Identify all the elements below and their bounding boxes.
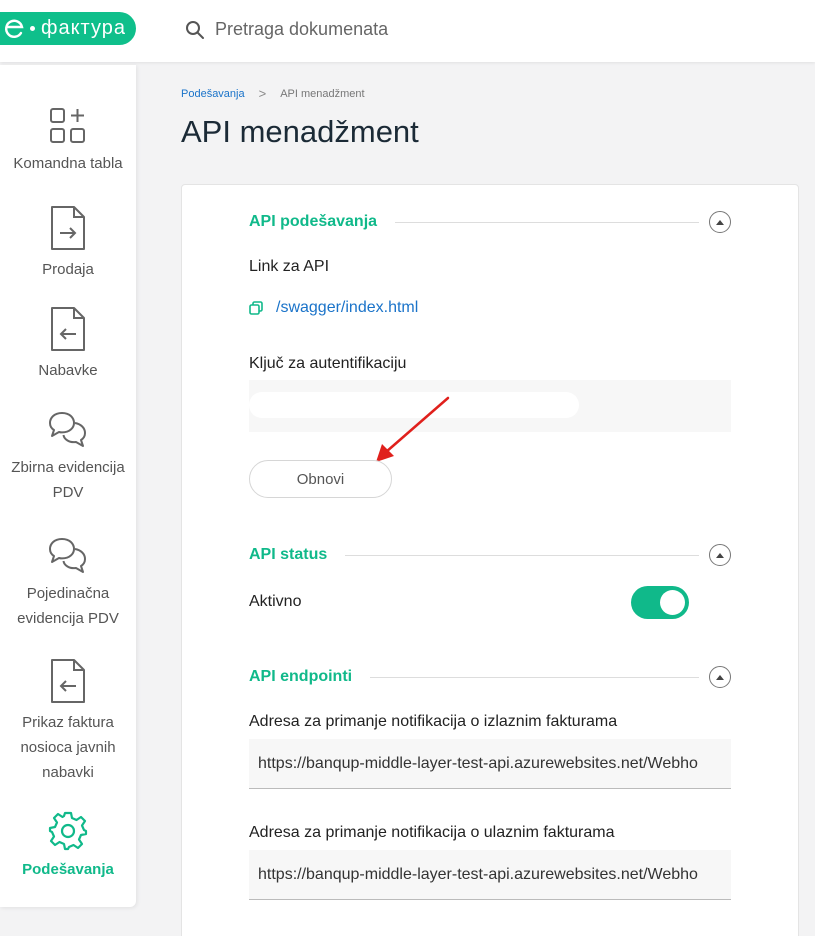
breadcrumb-parent-link[interactable]: Podešavanja: [181, 88, 245, 100]
outgoing-endpoint-label: Adresa za primanje notifikacija o izlazn…: [249, 713, 618, 730]
collapse-chevron-up-icon[interactable]: [709, 211, 731, 233]
search-input[interactable]: [215, 19, 615, 40]
chat-bubbles-icon: [49, 412, 86, 447]
breadcrumb-separator: >: [258, 86, 267, 101]
sidebar-item-label: evidencija PDV: [17, 610, 119, 627]
toggle-knob: [660, 590, 685, 615]
logo-text: фактура: [41, 17, 126, 39]
logo-dot: [30, 26, 35, 31]
sidebar-item-komandna-tabla[interactable]: Komandna tabla: [0, 107, 136, 176]
copy-icon: [249, 301, 263, 315]
section-title: API podešavanja: [249, 213, 378, 230]
efaktura-logo[interactable]: фактура: [0, 12, 136, 45]
sidebar-item-label: nabavki: [42, 764, 94, 781]
breadcrumb-current: API menadžment: [280, 87, 365, 100]
section-header-api-status: API status: [249, 544, 731, 566]
outgoing-endpoint-field[interactable]: [249, 739, 731, 789]
dashboard-add-icon: [50, 108, 85, 143]
incoming-endpoint-field[interactable]: [249, 850, 731, 900]
document-arrow-right-icon: [51, 206, 85, 250]
api-swagger-link[interactable]: /swagger/index.html: [249, 299, 418, 317]
section-header-api-settings: API podešavanja: [249, 211, 731, 233]
sidebar-item-label: Podešavanja: [22, 861, 114, 878]
refresh-key-button[interactable]: Obnovi: [249, 460, 392, 498]
sidebar-item-podesavanja[interactable]: Podešavanja: [0, 811, 136, 882]
annotation-arrow-icon: [376, 396, 450, 462]
section-title: API status: [249, 546, 328, 563]
api-link-label: Link za API: [249, 258, 330, 275]
breadcrumb: Podešavanja > API menadžment: [181, 86, 365, 101]
page-title: API menadžment: [181, 114, 419, 149]
search-bar: [185, 19, 615, 40]
sidebar-item-label: Prodaja: [42, 261, 94, 278]
logo-e-icon: [5, 19, 24, 38]
sidebar-item-zbirna-evidencija-pdv[interactable]: Zbirna evidencija PDV: [0, 411, 136, 505]
sidebar-item-label: Nabavke: [38, 362, 98, 379]
top-bar: фактура: [0, 0, 815, 62]
api-status-toggle[interactable]: [631, 586, 689, 619]
incoming-endpoint-label: Adresa za primanje notifikacija o ulazni…: [249, 824, 615, 841]
collapse-chevron-up-icon[interactable]: [709, 544, 731, 566]
section-divider: [345, 554, 699, 556]
chat-bubbles-icon: [49, 538, 86, 573]
sidebar: Komandna tabla Prodaja Nabavke Zbirna ev…: [0, 65, 136, 907]
section-title: API endpointi: [249, 668, 353, 685]
sidebar-item-prikaz-faktura[interactable]: Prikaz faktura nosioca javnih nabavki: [0, 658, 136, 785]
sidebar-item-pojedinacna-evidencija-pdv[interactable]: Pojedinačna evidencija PDV: [0, 537, 136, 631]
document-arrow-left-icon: [51, 307, 85, 351]
sidebar-item-label: PDV: [52, 484, 84, 501]
section-header-api-endpoints: API endpointi: [249, 666, 731, 688]
search-icon: [186, 20, 204, 39]
sidebar-item-label: Pojedinačna: [26, 585, 110, 602]
document-arrow-left-icon: [51, 659, 85, 703]
collapse-chevron-up-icon[interactable]: [709, 666, 731, 688]
section-divider: [370, 676, 699, 678]
sidebar-item-nabavke[interactable]: Nabavke: [0, 306, 136, 383]
sidebar-item-label: Zbirna evidencija: [11, 459, 125, 476]
status-active-label: Aktivno: [249, 593, 302, 610]
sidebar-item-label: Komandna tabla: [13, 155, 123, 172]
sidebar-item-label: nosioca javnih: [20, 739, 116, 756]
sidebar-item-prodaja[interactable]: Prodaja: [0, 205, 136, 282]
section-divider: [395, 221, 699, 223]
auth-key-label: Ključ za autentifikaciju: [249, 355, 407, 372]
api-link-text: /swagger/index.html: [276, 299, 419, 316]
sidebar-item-label: Prikaz faktura: [22, 714, 114, 731]
gear-icon: [48, 811, 88, 851]
